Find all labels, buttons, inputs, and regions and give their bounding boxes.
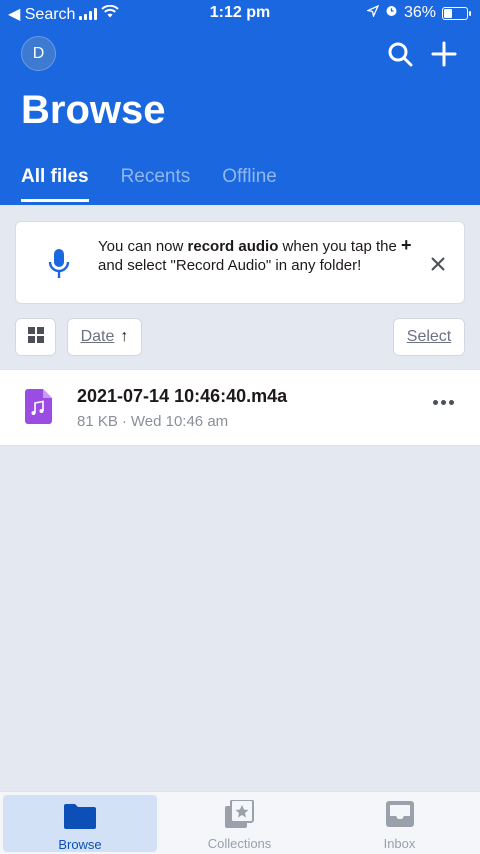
select-label: Select — [406, 328, 452, 345]
close-icon[interactable] — [428, 254, 448, 274]
status-icons: 36% — [365, 4, 471, 22]
grid-icon — [27, 326, 44, 348]
sort-label: Date — [80, 328, 115, 345]
tab-all-files[interactable]: All files — [21, 166, 89, 202]
folder-icon — [64, 803, 96, 832]
alarm-icon — [385, 4, 398, 22]
nav-browse-label: Browse — [58, 837, 102, 852]
nav-browse[interactable]: Browse — [3, 795, 157, 852]
header-actions — [386, 40, 458, 68]
file-size: 81 KB — [77, 413, 118, 430]
bottom-nav: Browse Collections Inbox — [0, 791, 480, 854]
inbox-icon — [385, 800, 415, 831]
collections-icon — [224, 799, 255, 831]
location-arrow-icon — [365, 4, 380, 22]
nav-collections-label: Collections — [207, 836, 272, 851]
select-button[interactable]: Select — [393, 318, 465, 356]
file-name: 2021-07-14 10:46:40.m4a — [77, 386, 288, 406]
record-audio-notice: You can now record audio when you tap th… — [15, 221, 465, 304]
add-icon[interactable] — [430, 40, 458, 68]
file-row[interactable]: 2021-07-14 10:46:40.m4a 81 KB · Wed 10:4… — [0, 369, 480, 446]
nav-collections[interactable]: Collections — [162, 792, 317, 854]
file-modified: Wed 10:46 am — [130, 413, 229, 430]
page-title: Browse — [21, 88, 166, 132]
tab-bar: All files Recents Offline — [21, 166, 277, 202]
search-icon[interactable] — [386, 40, 414, 68]
nav-inbox[interactable]: Inbox — [322, 792, 477, 854]
tab-offline[interactable]: Offline — [222, 166, 277, 200]
sort-arrow-up-icon: ↑ — [120, 328, 129, 345]
meta-separator: · — [121, 413, 127, 430]
notice-message: You can now record audio when you tap th… — [98, 235, 412, 275]
audio-file-icon — [25, 389, 52, 429]
battery-level — [444, 8, 452, 18]
status-bar: ◀ Search 1:12 pm 36% — [0, 0, 480, 28]
tab-recents[interactable]: Recents — [121, 166, 191, 200]
file-meta: 81 KB · Wed 10:46 am — [77, 413, 228, 430]
more-options-icon[interactable] — [433, 400, 454, 405]
microphone-icon — [48, 248, 70, 285]
battery-icon — [442, 6, 471, 20]
plus-symbol: + — [400, 235, 412, 255]
grid-view-button[interactable] — [15, 318, 56, 356]
battery-percent: 36% — [403, 4, 436, 21]
nav-inbox-label: Inbox — [383, 836, 416, 851]
header: ◀ Search 1:12 pm 36% D Browse All files … — [0, 0, 480, 205]
sort-date-button[interactable]: Date ↑ — [67, 318, 142, 356]
avatar[interactable]: D — [21, 36, 56, 71]
